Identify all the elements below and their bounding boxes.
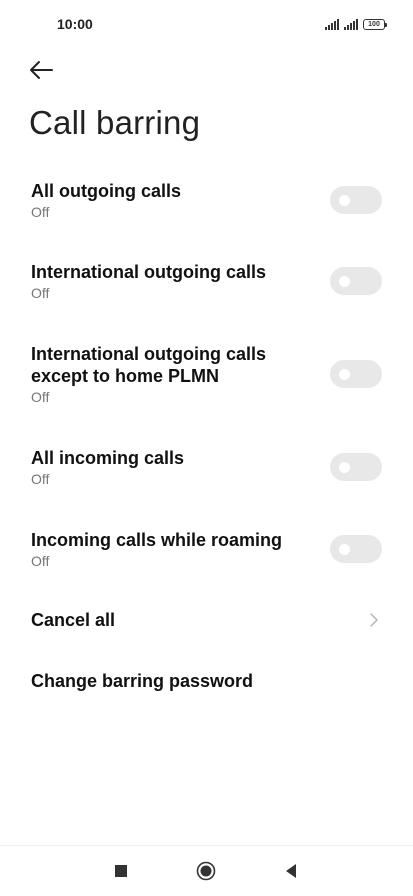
setting-title: All outgoing calls [31,180,182,201]
setting-status: Off [31,388,50,405]
recents-button[interactable] [104,846,138,896]
toggle-knob [339,544,350,555]
setting-international-except-home[interactable]: International outgoing calls except to h… [0,322,413,426]
setting-title: Incoming calls while roaming [31,529,283,550]
status-icons: 100 [325,16,387,30]
signal-1-icon [325,19,339,30]
battery-icon: 100 [363,19,387,30]
toggle-switch[interactable] [330,267,382,295]
setting-all-incoming-calls[interactable]: All incoming calls Off [0,426,413,508]
setting-status: Off [31,284,50,301]
back-button[interactable] [28,56,60,84]
signal-2-icon [344,19,358,30]
setting-incoming-calls-roaming[interactable]: Incoming calls while roaming Off [0,508,413,590]
setting-international-outgoing-calls[interactable]: International outgoing calls Off [0,240,413,322]
nav-back-button[interactable] [274,846,308,896]
toggle-switch[interactable] [330,360,382,388]
setting-title: Change barring password [31,671,254,691]
setting-status: Off [31,470,50,487]
setting-title: All incoming calls [31,447,185,468]
status-time: 10:00 [57,16,93,32]
setting-status: Off [31,203,50,220]
circle-icon [196,861,216,881]
square-icon [115,865,127,877]
arrow-left-icon [30,61,53,79]
toggle-switch[interactable] [330,535,382,563]
toggle-knob [339,195,350,206]
setting-status: Off [31,552,50,569]
toggle-knob [339,276,350,287]
toggle-switch[interactable] [330,186,382,214]
setting-change-barring-password[interactable]: Change barring password [0,650,413,712]
toggle-knob [339,462,350,473]
setting-all-outgoing-calls[interactable]: All outgoing calls Off [0,160,413,240]
chevron-right-icon [370,613,378,627]
settings-list: All outgoing calls Off International out… [0,160,413,712]
setting-cancel-all[interactable]: Cancel all [0,590,413,650]
setting-title: International outgoing calls [31,261,267,282]
home-button[interactable] [189,846,223,896]
triangle-back-icon [286,864,296,878]
toggle-knob [339,369,350,380]
status-bar: 10:00 100 [0,0,413,50]
setting-title: International outgoing calls except to h… [31,343,267,386]
setting-title: Cancel all [31,610,116,630]
toggle-switch[interactable] [330,453,382,481]
navigation-bar [0,845,413,896]
page-title: Call barring [29,104,201,141]
